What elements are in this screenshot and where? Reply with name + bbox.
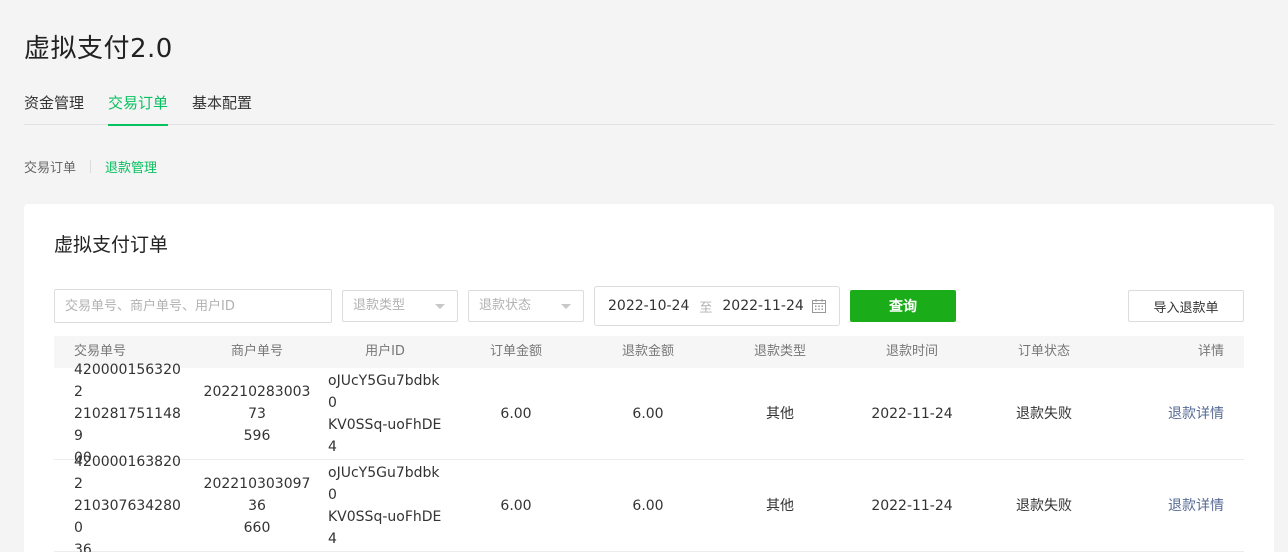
date-range-picker[interactable]: 2022-10-24 至 2022-11-24 [594, 286, 840, 326]
cell-order-amount: 6.00 [500, 497, 532, 514]
date-end[interactable]: 2022-11-24 [722, 298, 803, 314]
sub-tab-divider [90, 160, 92, 173]
header-refund-amount: 退款金额 [621, 344, 674, 359]
chevron-down-icon [561, 304, 571, 309]
header-detail: 详情 [1197, 344, 1224, 359]
tab-basic-config[interactable]: 基本配置 [192, 92, 252, 125]
trade-no-line: 2102817511489 [74, 405, 181, 444]
search-input[interactable] [54, 289, 332, 323]
cell-merchant-no: 20221030309736 660 [194, 473, 320, 539]
refund-status-select-label: 退款状态 [479, 298, 532, 313]
cell-merchant-no: 20221028300373 596 [194, 381, 320, 447]
refund-table: 交易单号 商户单号 用户ID 订单金额 退款金额 退款类型 退款时间 订单状态 … [54, 336, 1244, 552]
merchant-no-line: 660 [243, 519, 271, 536]
merchant-no-line: 596 [243, 427, 271, 444]
header-refund-time: 退款时间 [885, 344, 938, 359]
header-refund-type: 退款类型 [753, 344, 806, 359]
cell-refund-type: 其他 [766, 497, 794, 514]
trade-no-line: 4200001563202 [74, 361, 181, 400]
tab-trade-orders[interactable]: 交易订单 [108, 92, 169, 126]
app-title: 虚拟支付2.0 [24, 34, 173, 64]
cell-detail: 退款详情 [1110, 495, 1244, 517]
cell-refund-time: 2022-11-24 [871, 497, 953, 514]
refund-detail-link[interactable]: 退款详情 [1168, 498, 1224, 514]
refund-type-select-label: 退款类型 [353, 298, 406, 313]
user-id-line: oJUcY5Gu7bdbk0 [328, 464, 440, 503]
header-order-status: 订单状态 [1017, 344, 1070, 359]
subtab-trade-orders[interactable]: 交易订单 [24, 157, 76, 176]
header-order-amount: 订单金额 [489, 344, 542, 359]
table-header: 交易单号 商户单号 用户ID 订单金额 退款金额 退款类型 退款时间 订单状态 … [54, 336, 1244, 368]
calendar-icon[interactable] [811, 298, 827, 314]
cell-order-amount: 6.00 [500, 405, 532, 422]
chevron-down-icon [435, 304, 445, 309]
merchant-no-line: 20221030309736 [203, 475, 311, 514]
cell-detail: 退款详情 [1110, 403, 1244, 425]
cell-refund-amount: 6.00 [632, 497, 664, 514]
cell-user-id: oJUcY5Gu7bdbk0 KV0SSq-uoFhDE4 [320, 462, 450, 550]
query-button[interactable]: 查询 [850, 290, 956, 322]
refund-type-select[interactable]: 退款类型 [342, 290, 458, 322]
refund-detail-link[interactable]: 退款详情 [1168, 406, 1224, 422]
date-separator: 至 [699, 300, 713, 316]
header-user-id: 用户ID [365, 344, 405, 359]
table-row: 4200001563202 2102817511489 00 202210283… [54, 362, 1244, 466]
orders-card: 虚拟支付订单 退款类型 退款状态 2022-10-24 至 2022-11-24… [24, 204, 1274, 552]
card-title: 虚拟支付订单 [54, 234, 169, 256]
cell-refund-amount: 6.00 [632, 405, 664, 422]
table-row: 4200001638202 2103076342800 36 202210303… [54, 454, 1244, 552]
cell-user-id: oJUcY5Gu7bdbk0 KV0SSq-uoFhDE4 [320, 370, 450, 458]
main-tabs: 资金管理 交易订单 基本配置 [24, 92, 1274, 126]
cell-order-status: 退款失败 [1016, 405, 1072, 422]
header-merchant-no: 商户单号 [230, 344, 283, 359]
trade-no-line: 4200001638202 [74, 453, 181, 492]
tab-fund-management[interactable]: 资金管理 [24, 92, 84, 125]
user-id-line: KV0SSq-uoFhDE4 [328, 508, 442, 547]
trade-no-line: 36 [74, 541, 92, 552]
refund-status-select[interactable]: 退款状态 [468, 290, 584, 322]
cell-refund-type: 其他 [766, 405, 794, 422]
trade-no-line: 2103076342800 [74, 497, 181, 536]
subtab-refund-management[interactable]: 退款管理 [105, 157, 157, 176]
user-id-line: KV0SSq-uoFhDE4 [328, 416, 442, 455]
cell-order-status: 退款失败 [1016, 497, 1072, 514]
import-refund-button[interactable]: 导入退款单 [1128, 290, 1244, 322]
user-id-line: oJUcY5Gu7bdbk0 [328, 372, 440, 411]
cell-refund-time: 2022-11-24 [871, 405, 953, 422]
merchant-no-line: 20221028300373 [203, 383, 311, 422]
cell-trade-no: 4200001638202 2103076342800 36 [54, 451, 194, 552]
sub-tabs: 交易订单 退款管理 [24, 157, 157, 176]
date-start[interactable]: 2022-10-24 [608, 298, 689, 314]
